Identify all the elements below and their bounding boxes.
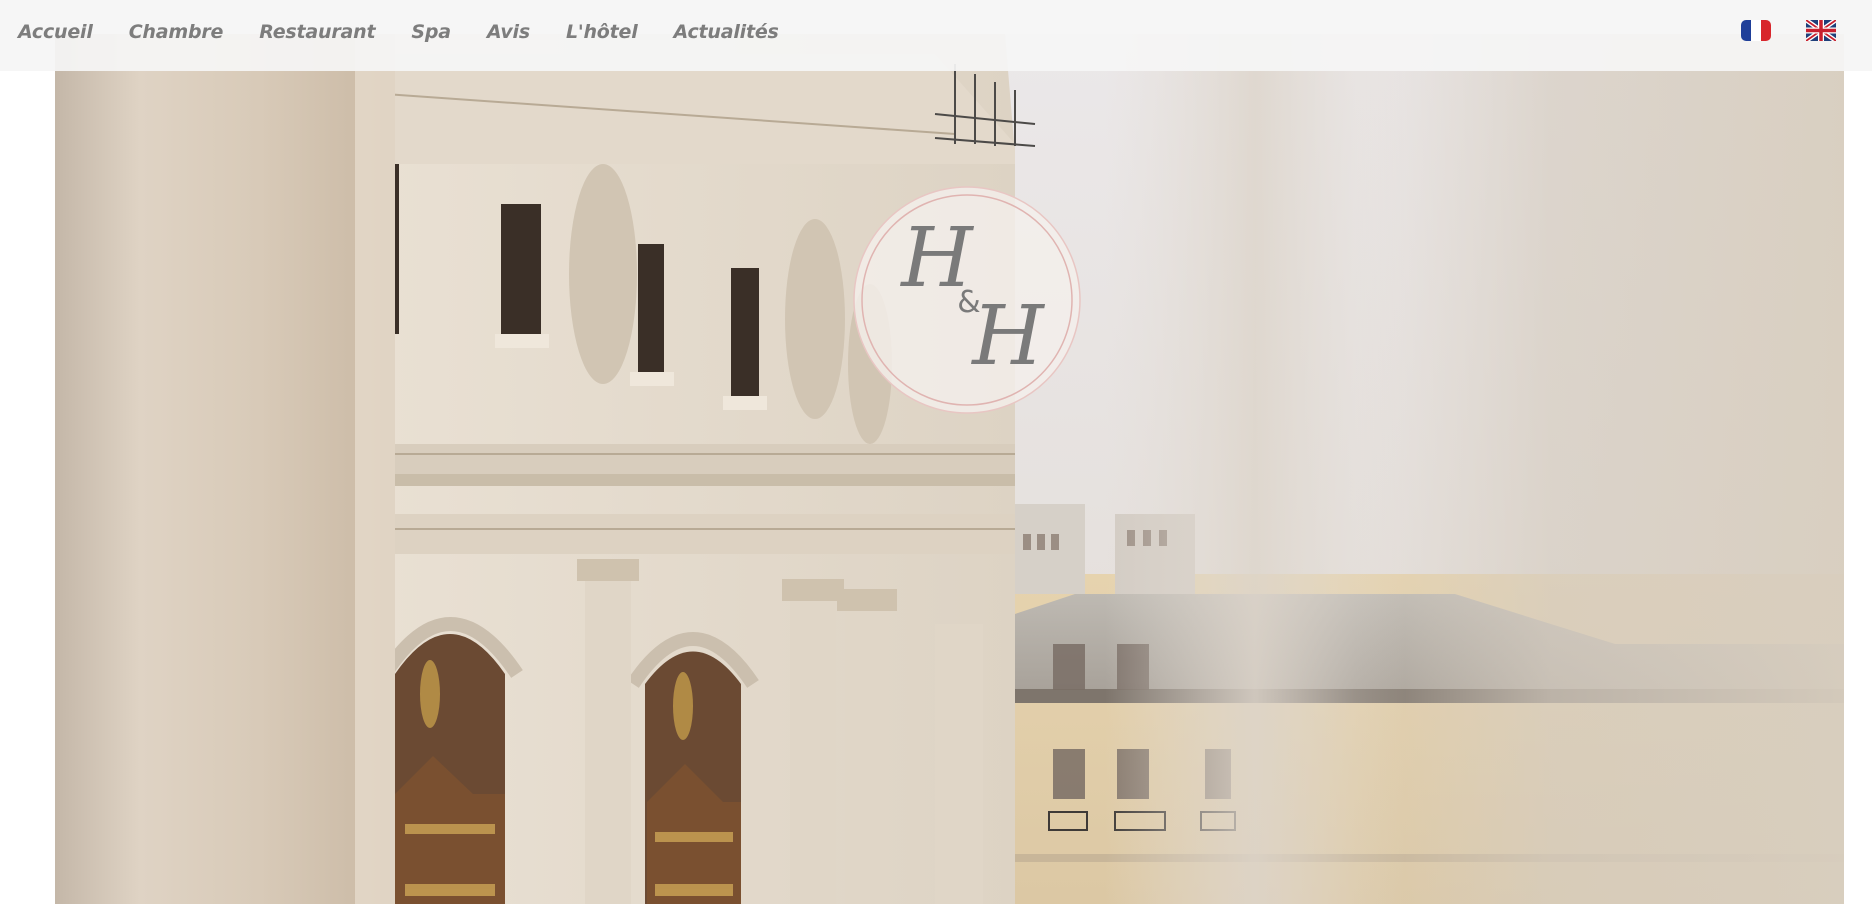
nav-item-chambre[interactable]: Chambre: [129, 21, 224, 43]
hotel-logo[interactable]: H & H: [853, 184, 1081, 416]
nav-item-spa[interactable]: Spa: [411, 21, 451, 43]
hero-illustration: [55, 34, 1844, 904]
uk-flag-icon[interactable]: [1804, 18, 1838, 43]
nav-item-avis[interactable]: Avis: [487, 21, 530, 43]
nav-menu: Accueil Chambre Restaurant Spa Avis L'hô…: [18, 0, 815, 64]
page: H & H Accueil Chambre Restaurant Spa Avi…: [0, 0, 1872, 920]
hero-image: [55, 34, 1844, 904]
nav-item-accueil[interactable]: Accueil: [18, 21, 93, 43]
logo-letter-2: H: [970, 289, 1045, 384]
nav-item-restaurant[interactable]: Restaurant: [259, 21, 375, 43]
nav-item-hotel[interactable]: L'hôtel: [566, 21, 638, 43]
france-flag-icon[interactable]: [1741, 20, 1771, 41]
nav-item-actualites[interactable]: Actualités: [674, 21, 779, 43]
top-navigation: Accueil Chambre Restaurant Spa Avis L'hô…: [0, 0, 1872, 71]
